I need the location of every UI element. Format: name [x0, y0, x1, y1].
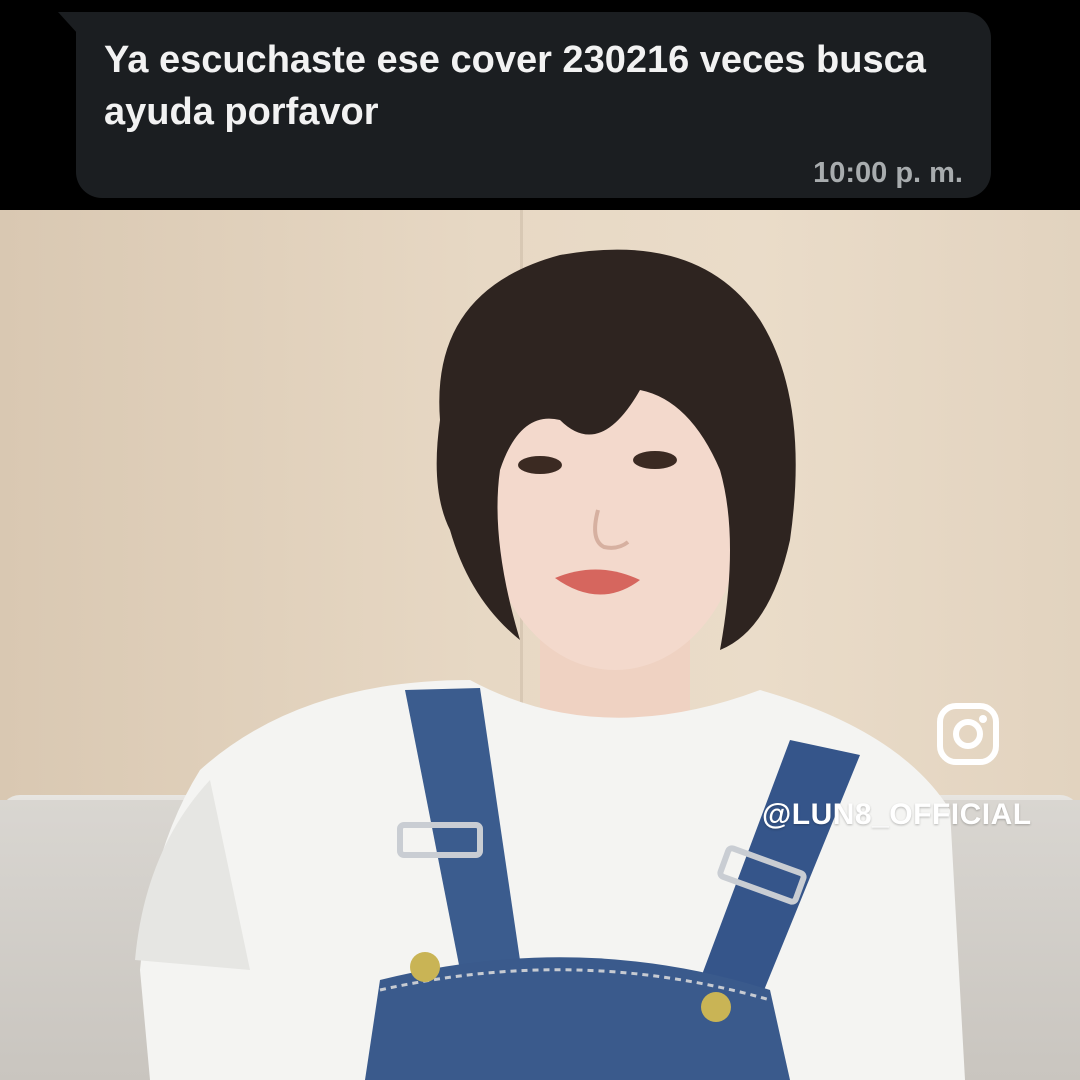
instagram-icon	[937, 703, 999, 765]
instagram-handle-watermark: @LUN8_OFFICIAL	[762, 798, 1032, 831]
received-message-bubble[interactable]: Ya escuchaste ese cover 230216 veces bus…	[76, 12, 991, 198]
message-text: Ya escuchaste ese cover 230216 veces bus…	[104, 39, 926, 133]
message-timestamp: 10:00 p. m.	[813, 157, 963, 189]
person-figure	[135, 249, 965, 1080]
chat-strip: Ya escuchaste ese cover 230216 veces bus…	[0, 0, 1080, 210]
video-frame: @LUN8_OFFICIAL	[0, 210, 1080, 1080]
bubble-tail	[58, 12, 78, 34]
